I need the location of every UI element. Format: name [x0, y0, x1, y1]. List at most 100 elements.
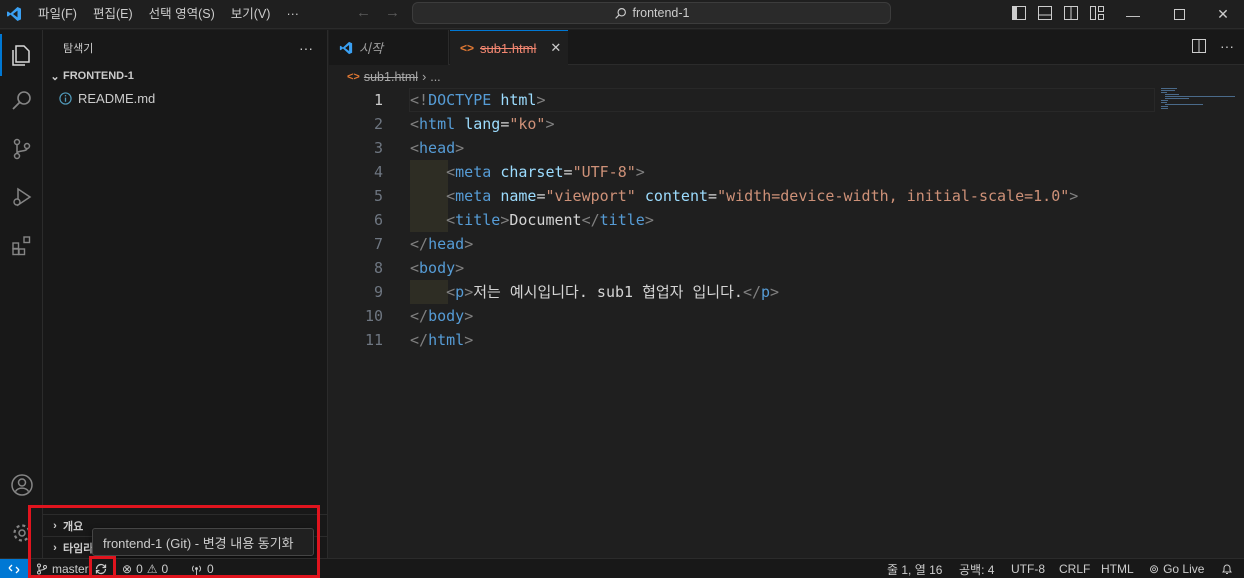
code-token: = [563, 163, 573, 181]
chevron-down-icon: ⌄ [50, 70, 60, 83]
code-token: body [428, 307, 465, 325]
code-text: <head> [410, 136, 464, 160]
code-token: </ [410, 331, 429, 349]
code-line[interactable]: 6 <title>Document</title> [329, 208, 1154, 232]
editor-actions: ··· [1192, 39, 1234, 56]
code-token: title [455, 211, 501, 229]
code-token: </ [742, 283, 761, 301]
code-token: meta [455, 163, 492, 181]
code-token: < [446, 163, 456, 181]
code-token: p [455, 283, 465, 301]
code-token: charset [500, 163, 564, 181]
close-window-icon[interactable]: ✕ [1200, 0, 1244, 29]
code-token: = [708, 187, 718, 205]
forward-icon[interactable]: → [385, 4, 400, 21]
menu-bar: 파일(F) 편집(E) 선택 영역(S) 보기(V) ··· [30, 3, 307, 25]
code-line[interactable]: 11 </html> [329, 328, 1154, 352]
sidebar-title: 탐색기 [63, 42, 94, 55]
back-icon[interactable]: ← [356, 4, 371, 21]
code-token: content [644, 187, 709, 205]
extensions-icon[interactable] [0, 222, 43, 268]
menu-item[interactable]: 파일(F) [30, 3, 85, 25]
maximize-icon[interactable] [1156, 0, 1202, 29]
cursor-position[interactable]: 줄 1, 열 16 [887, 559, 942, 578]
minimap[interactable] [1161, 88, 1241, 110]
code-line[interactable]: 4 <meta charset="UTF-8"> [329, 160, 1154, 184]
menu-item[interactable]: 선택 영역(S) [141, 3, 223, 25]
file-name: README.md [78, 90, 156, 106]
code-line[interactable]: 2 <html lang="ko"> [329, 112, 1154, 136]
language-mode[interactable]: HTML [1101, 559, 1134, 578]
line-number: 4 [373, 163, 383, 181]
code-token: Document [509, 211, 582, 229]
code-token: "ko" [509, 115, 546, 133]
html-file-icon: <> [460, 41, 475, 55]
breadcrumb-more[interactable]: ... [430, 70, 440, 84]
code-line[interactable]: 5 <meta name="viewport" content="width=d… [329, 184, 1154, 208]
vscode-logo-icon [0, 0, 28, 29]
split-editor-icon[interactable] [1192, 39, 1206, 56]
code-text: <html lang="ko"> [410, 112, 555, 136]
line-number: 3 [373, 139, 383, 157]
code-token: = [500, 115, 510, 133]
code-line[interactable]: 10 </body> [329, 304, 1154, 328]
accounts-icon[interactable] [0, 462, 43, 508]
code-editor[interactable]: 1 <!DOCTYPE html> 2 <html lang="ko"> 3 <head>… [329, 88, 1244, 558]
info-icon [59, 91, 72, 105]
run-debug-icon[interactable] [0, 174, 43, 220]
breadcrumb-separator: › [422, 70, 427, 84]
code-token: 저는 예시입니다. sub1 협업자 입니다. [473, 283, 743, 301]
line-number: 11 [364, 331, 383, 349]
explorer-icon[interactable] [0, 32, 43, 78]
code-token: > [455, 259, 465, 277]
code-token: > [455, 139, 465, 157]
code-token: name [500, 187, 537, 205]
go-live-button[interactable]: ⊚ Go Live [1149, 559, 1204, 578]
toggle-panel-icon[interactable] [1037, 5, 1053, 21]
search-view-icon[interactable] [0, 78, 43, 124]
code-text: <meta name="viewport" content="width=dev… [410, 184, 1078, 208]
source-control-icon[interactable] [0, 126, 43, 172]
code-token: > [464, 307, 474, 325]
indentation-setting[interactable]: 공백: 4 [959, 559, 994, 578]
code-line[interactable]: 3 <head> [329, 136, 1154, 160]
menu-item[interactable]: 보기(V) [223, 3, 279, 25]
code-line[interactable]: 7 </head> [329, 232, 1154, 256]
code-text: </head> [410, 232, 473, 256]
code-line[interactable]: 1 <!DOCTYPE html> [329, 88, 1155, 112]
file-item-readme[interactable]: README.md [43, 87, 327, 109]
code-token: body [419, 259, 456, 277]
tab-sub1-html[interactable]: <> sub1.html ✕ [450, 30, 568, 65]
activity-bar [0, 30, 43, 558]
encoding-setting[interactable]: UTF-8 [1011, 559, 1045, 578]
code-token: "width=device-width, initial-scale=1.0" [717, 187, 1070, 205]
folder-section-header[interactable]: ⌄ FRONTEND-1 [43, 65, 327, 87]
command-center-search[interactable]: frontend-1 [412, 2, 891, 24]
menu-item[interactable]: 편집(E) [85, 3, 141, 25]
code-text: <body> [410, 256, 464, 280]
breadcrumb-file[interactable]: sub1.html [364, 70, 418, 84]
notifications-bell-icon[interactable] [1221, 559, 1233, 578]
code-token: > [635, 163, 645, 181]
code-line[interactable]: 9 <p>저는 예시입니다. sub1 협업자 입니다.</p> [329, 280, 1154, 304]
code-line[interactable]: 8 <body> [329, 256, 1154, 280]
tab-label: 시작 [359, 41, 383, 56]
more-actions-icon[interactable]: ··· [299, 40, 313, 56]
eol-setting[interactable]: CRLF [1059, 559, 1090, 578]
code-token: </ [410, 235, 429, 253]
more-actions-icon[interactable]: ··· [1220, 39, 1234, 56]
minimize-icon[interactable]: — [1110, 0, 1156, 29]
toggle-secondary-sidebar-icon[interactable] [1063, 5, 1079, 21]
close-tab-icon[interactable]: ✕ [550, 40, 561, 56]
remote-indicator-icon[interactable] [0, 559, 28, 578]
code-token: > [1069, 187, 1079, 205]
customize-layout-icon[interactable] [1089, 5, 1105, 21]
menu-item[interactable]: ··· [278, 3, 307, 25]
toggle-primary-sidebar-icon[interactable] [1011, 5, 1027, 21]
tab-welcome[interactable]: 시작 [329, 30, 449, 65]
